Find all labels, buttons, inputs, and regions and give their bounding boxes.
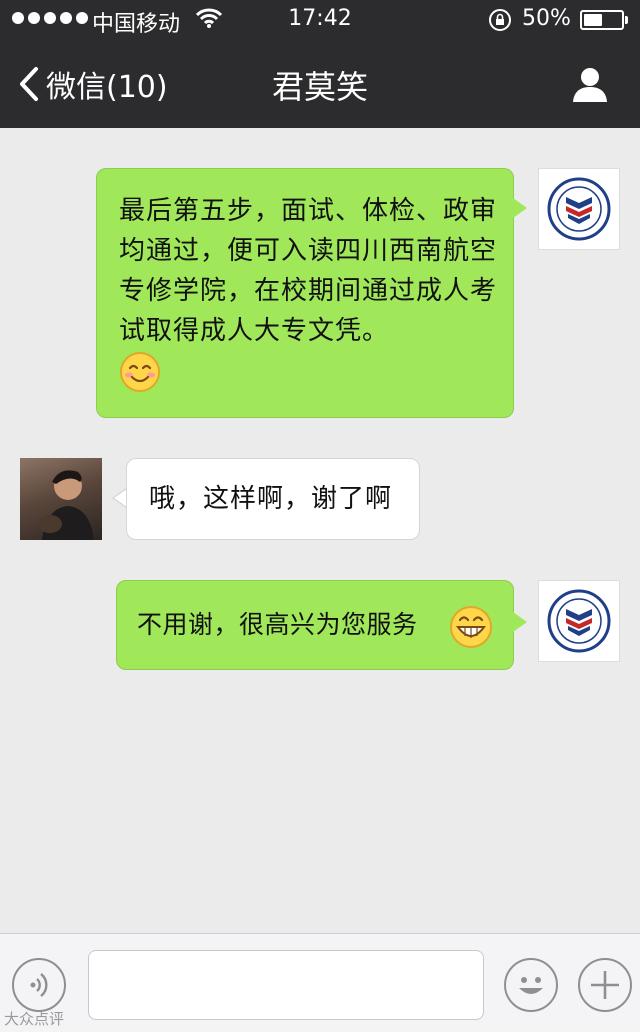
watermark-text: 大众点评 — [4, 1010, 65, 1028]
navigation-bar: 微信(10) 君莫笑 — [0, 40, 640, 128]
avatar[interactable] — [20, 458, 102, 540]
voice-icon — [30, 973, 48, 997]
school-logo-icon — [547, 589, 611, 653]
user-photo-icon — [38, 470, 94, 540]
smile-emoji-icon — [120, 352, 160, 392]
emoji-button[interactable] — [504, 958, 558, 1012]
emoji-icon — [519, 977, 543, 994]
battery-percent: 50% — [522, 6, 571, 31]
status-bar: 中国移动 17:42 50% — [0, 0, 640, 40]
plus-icon — [591, 971, 619, 999]
rotation-lock-icon — [489, 9, 511, 31]
more-button[interactable] — [578, 958, 632, 1012]
message-text: 哦，这样啊，谢了啊 — [149, 484, 393, 514]
avatar[interactable] — [538, 168, 620, 250]
watermark: 大众点评 — [4, 1008, 64, 1029]
grin-emoji-icon — [450, 606, 492, 648]
voice-button[interactable] — [12, 958, 66, 1012]
battery-icon — [580, 10, 624, 30]
message-bubble[interactable]: 不用谢，很高兴为您服务 — [116, 580, 514, 670]
chat-title: 君莫笑 — [271, 68, 368, 106]
top-bar: 中国移动 17:42 50% 微信(10) 君莫笑 — [0, 0, 640, 128]
message-input[interactable] — [88, 950, 484, 1020]
input-bar — [0, 933, 640, 1032]
message-text: 最后第五步，面试、体检、政审均通过，便可入读四川西南航空专修学院，在校期间通过成… — [119, 196, 498, 346]
message-bubble[interactable]: 哦，这样啊，谢了啊 — [126, 458, 420, 540]
profile-icon[interactable] — [570, 64, 610, 104]
message-bubble[interactable]: 最后第五步，面试、体检、政审均通过，便可入读四川西南航空专修学院，在校期间通过成… — [96, 168, 514, 418]
school-logo-icon — [547, 177, 611, 241]
message-text: 不用谢，很高兴为您服务 — [137, 610, 418, 639]
avatar[interactable] — [538, 580, 620, 662]
